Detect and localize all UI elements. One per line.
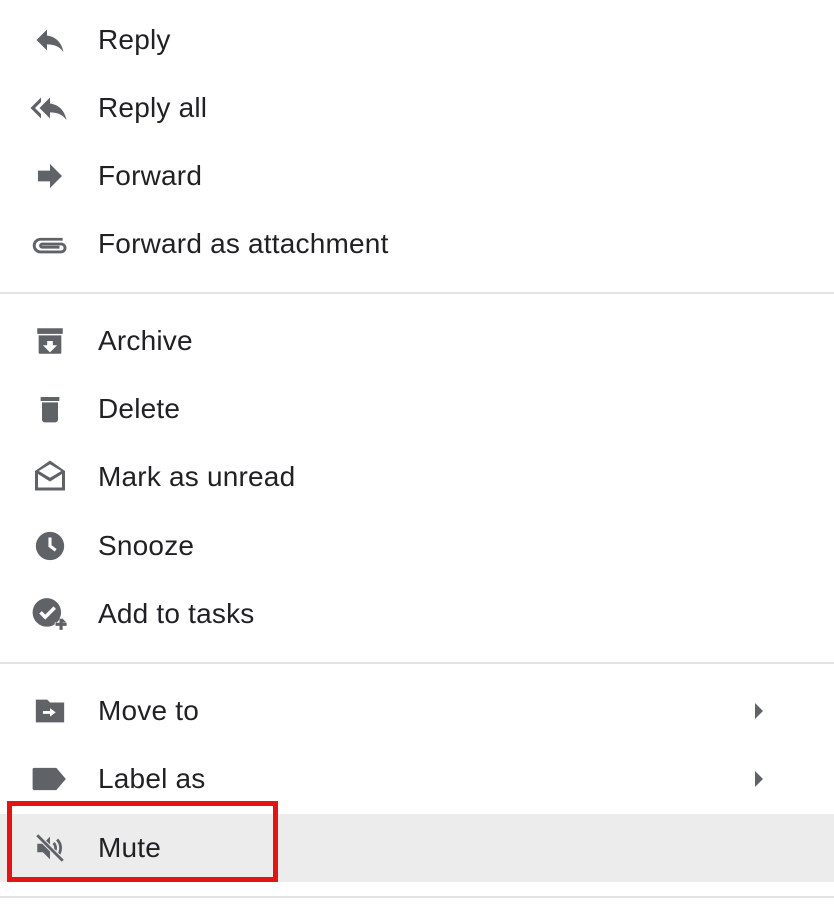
forward-icon [30,156,70,196]
menu-item-label: Delete [98,393,181,424]
move-to-folder-icon [30,691,70,731]
menu-item-label: Reply [98,24,171,55]
attachment-icon [30,224,70,264]
menu-item-delete[interactable]: Delete [0,375,834,443]
menu-item-forward[interactable]: Forward [0,142,834,210]
menu-item-forward-as-attachment[interactable]: Forward as attachment [0,210,834,278]
menu-divider [0,896,834,898]
context-menu: Reply Reply all Forward Forward as attac… [0,0,834,913]
trash-icon [30,389,70,429]
menu-item-label: Move to [98,695,199,726]
menu-item-label: Mark as unread [98,461,296,492]
menu-item-label: Snooze [98,530,195,561]
menu-item-label: Label as [98,763,206,794]
menu-item-snooze[interactable]: Snooze [0,512,834,580]
menu-item-label: Reply all [98,92,208,123]
reply-icon [30,20,70,60]
mute-icon [30,828,70,868]
reply-all-icon [30,88,70,128]
menu-divider [0,662,834,664]
menu-item-label: Archive [98,325,193,356]
clock-icon [30,526,70,566]
menu-divider [0,292,834,294]
add-task-icon [30,594,70,634]
menu-item-move-to[interactable]: Move to [0,677,834,745]
menu-item-archive[interactable]: Archive [0,307,834,375]
menu-item-label: Forward [98,160,203,191]
label-icon [30,759,70,799]
menu-item-mark-as-unread[interactable]: Mark as unread [0,443,834,511]
submenu-arrow-icon [755,771,763,787]
menu-item-label: Add to tasks [98,598,255,629]
mark-unread-icon [30,457,70,497]
archive-icon [30,321,70,361]
menu-item-add-to-tasks[interactable]: Add to tasks [0,580,834,648]
menu-item-label-as[interactable]: Label as [0,745,834,813]
menu-item-label: Forward as attachment [98,228,389,259]
menu-item-label: Mute [98,832,162,863]
menu-item-mute[interactable]: Mute [0,814,834,882]
menu-item-reply[interactable]: Reply [0,6,834,74]
submenu-arrow-icon [755,703,763,719]
menu-item-reply-all[interactable]: Reply all [0,74,834,142]
